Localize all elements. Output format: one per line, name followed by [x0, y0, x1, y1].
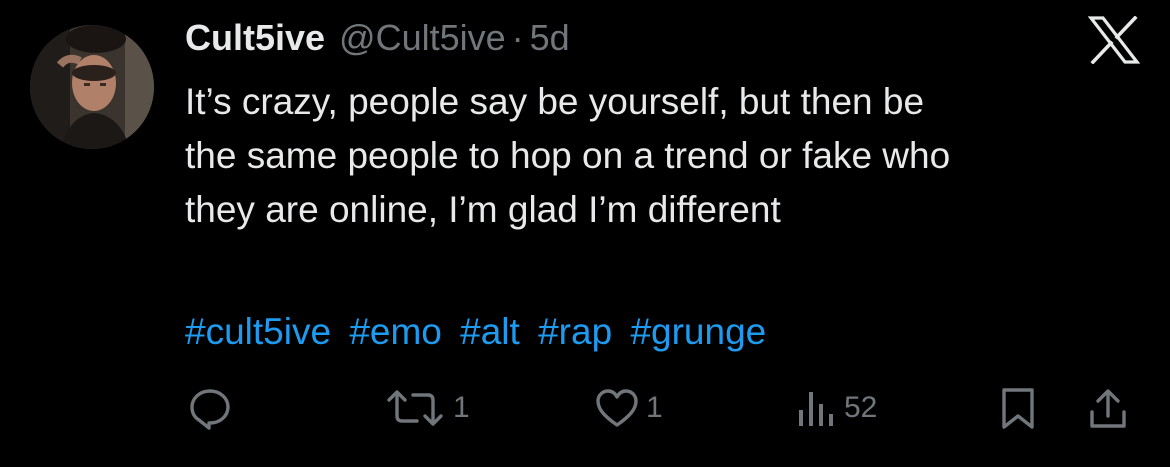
like-count: 1 — [646, 391, 663, 424]
separator-dot: · — [511, 17, 524, 58]
tweet-text-line: It’s crazy, people say be yourself, but … — [185, 81, 925, 122]
hashtag-link[interactable]: #alt — [460, 311, 520, 352]
views-button[interactable]: 52 — [796, 383, 877, 433]
heart-icon — [594, 386, 640, 430]
reply-button[interactable] — [188, 383, 232, 433]
tweet-text: It’s crazy, people say be yourself, but … — [185, 75, 1135, 237]
avatar-photo — [30, 25, 154, 149]
retweet-icon — [383, 386, 447, 430]
timestamp[interactable]: 5d — [530, 17, 570, 59]
hashtag-link[interactable]: #emo — [349, 311, 442, 352]
hashtag-list: #cult5ive #emo #alt #rap #grunge — [185, 305, 774, 359]
avatar[interactable] — [30, 25, 154, 149]
bookmark-icon — [998, 386, 1038, 430]
reply-icon — [188, 386, 232, 430]
like-button[interactable]: 1 — [594, 383, 663, 433]
hashtag-link[interactable]: #cult5ive — [185, 311, 331, 352]
tweet-header: Cult5ive @Cult5ive · 5d — [185, 14, 570, 62]
views-icon — [796, 386, 838, 430]
display-name[interactable]: Cult5ive — [185, 17, 325, 59]
hashtag-link[interactable]: #grunge — [630, 311, 766, 352]
x-logo-icon — [1087, 15, 1141, 65]
share-icon — [1086, 386, 1130, 430]
views-count: 52 — [844, 391, 878, 424]
tweet-text-line: they are online, I’m glad I’m different — [185, 189, 781, 230]
tweet-text-line: the same people to hop on a trend or fak… — [185, 135, 951, 176]
action-bar: 1 1 52 — [0, 383, 1170, 433]
handle[interactable]: @Cult5ive — [339, 17, 506, 59]
bookmark-button[interactable] — [998, 383, 1038, 433]
retweet-count: 1 — [453, 391, 470, 424]
hashtag-link[interactable]: #rap — [538, 311, 612, 352]
tweet: Cult5ive @Cult5ive · 5d It’s crazy, peop… — [0, 0, 1170, 467]
share-button[interactable] — [1086, 383, 1130, 433]
retweet-button[interactable]: 1 — [383, 383, 470, 433]
